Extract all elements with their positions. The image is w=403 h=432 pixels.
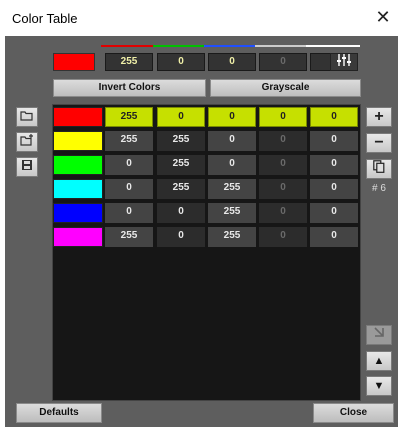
row-color-swatch[interactable] xyxy=(53,107,103,127)
title-bar: Color Table ✕ xyxy=(0,0,403,36)
channel-indicator-line xyxy=(255,45,309,47)
channel-indicator-line xyxy=(101,45,155,47)
color-value-cell[interactable]: 0 xyxy=(310,107,358,127)
move-up-button[interactable]: ▲ xyxy=(366,351,392,371)
color-value-cell[interactable]: 0 xyxy=(157,227,205,247)
row-color-swatch[interactable] xyxy=(53,179,103,199)
remove-row-button[interactable]: − xyxy=(366,133,392,153)
close-button[interactable]: Close xyxy=(313,403,394,423)
row-color-swatch[interactable] xyxy=(53,227,103,247)
current-color-swatch xyxy=(53,53,95,71)
close-icon[interactable]: ✕ xyxy=(373,7,393,27)
add-row-button[interactable]: + xyxy=(366,107,392,127)
color-value-cell[interactable]: 0 xyxy=(259,107,307,127)
color-value-cell[interactable]: 0 xyxy=(259,131,307,151)
invert-colors-button[interactable]: Invert Colors xyxy=(53,79,206,97)
color-value-cell[interactable]: 255 xyxy=(105,131,153,151)
channel-value-field[interactable]: 0 xyxy=(259,53,307,71)
channel-indicator-line xyxy=(153,45,207,47)
window-title: Color Table xyxy=(12,11,78,26)
color-value-cell[interactable]: 0 xyxy=(259,227,307,247)
color-value-cell[interactable]: 0 xyxy=(259,203,307,223)
sort-icon xyxy=(366,325,392,345)
color-value-cell[interactable]: 0 xyxy=(105,179,153,199)
add-folder-icon[interactable] xyxy=(16,132,38,152)
row-color-swatch[interactable] xyxy=(53,203,103,223)
color-value-cell[interactable]: 255 xyxy=(208,203,256,223)
color-value-cell[interactable]: 255 xyxy=(157,179,205,199)
color-value-cell[interactable]: 0 xyxy=(310,131,358,151)
copy-icon[interactable] xyxy=(366,159,392,179)
color-value-cell[interactable]: 0 xyxy=(310,227,358,247)
save-icon[interactable] xyxy=(16,157,38,177)
color-value-cell[interactable]: 0 xyxy=(208,131,256,151)
color-value-cell[interactable]: 0 xyxy=(208,107,256,127)
sliders-icon-glyph xyxy=(337,54,351,66)
color-value-cell[interactable]: 0 xyxy=(105,203,153,223)
defaults-button[interactable]: Defaults xyxy=(16,403,102,423)
color-value-cell[interactable]: 0 xyxy=(157,107,205,127)
channel-value-field[interactable]: 255 xyxy=(105,53,153,71)
open-folder-icon[interactable] xyxy=(16,107,38,127)
channel-value-field[interactable]: 0 xyxy=(157,53,205,71)
color-value-cell[interactable]: 0 xyxy=(105,155,153,175)
color-value-cell[interactable]: 0 xyxy=(310,155,358,175)
move-down-button[interactable]: ▼ xyxy=(366,376,392,396)
color-table-window: Color Table ✕ 2550000 Invert Colors Gray… xyxy=(0,0,403,432)
row-color-swatch[interactable] xyxy=(53,155,103,175)
channel-indicator-line xyxy=(306,45,360,47)
color-value-cell[interactable]: 255 xyxy=(105,227,153,247)
channel-indicator-line xyxy=(204,45,258,47)
channel-value-field[interactable]: 0 xyxy=(208,53,256,71)
color-value-cell[interactable]: 0 xyxy=(310,203,358,223)
color-value-cell[interactable]: 0 xyxy=(259,179,307,199)
color-value-cell[interactable]: 0 xyxy=(259,155,307,175)
row-color-swatch[interactable] xyxy=(53,131,103,151)
color-value-cell[interactable]: 255 xyxy=(157,131,205,151)
row-count: # 6 xyxy=(372,183,386,194)
grayscale-button[interactable]: Grayscale xyxy=(210,79,361,97)
color-value-cell[interactable]: 255 xyxy=(105,107,153,127)
color-value-cell[interactable]: 0 xyxy=(208,155,256,175)
color-value-cell[interactable]: 255 xyxy=(208,227,256,247)
color-value-cell[interactable]: 0 xyxy=(310,179,358,199)
color-value-cell[interactable]: 0 xyxy=(157,203,205,223)
sliders-icon[interactable] xyxy=(330,53,358,71)
color-value-cell[interactable]: 255 xyxy=(157,155,205,175)
color-value-cell[interactable]: 255 xyxy=(208,179,256,199)
